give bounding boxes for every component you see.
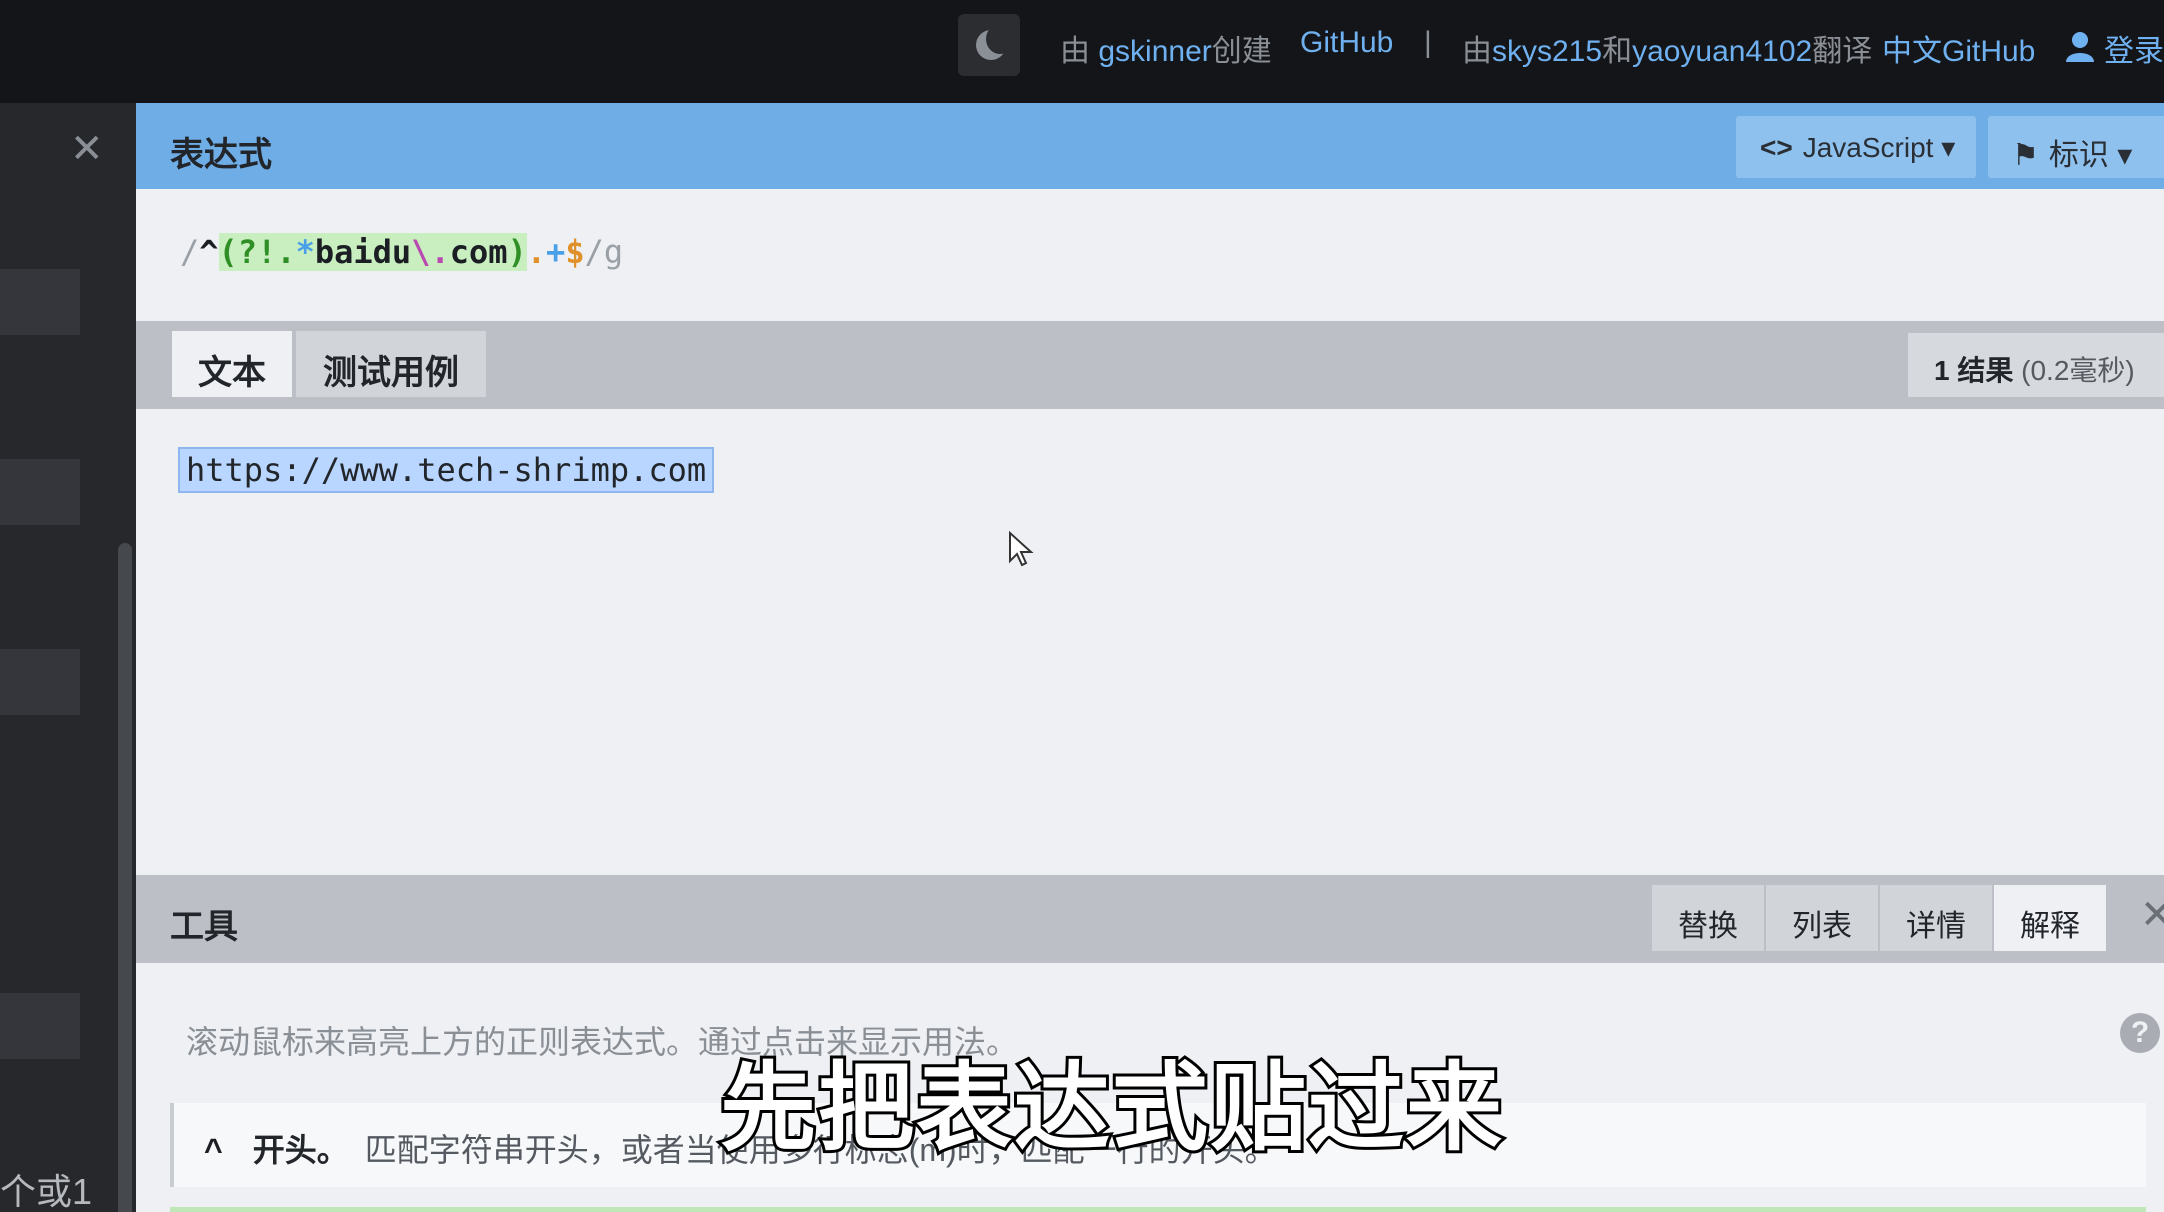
regex-token-lookahead: (?!.*baidu\.com) bbox=[218, 233, 527, 271]
sidebar-item[interactable] bbox=[0, 459, 80, 525]
help-icon[interactable]: ? bbox=[2120, 1013, 2160, 1053]
login-link[interactable]: 登录 bbox=[2104, 26, 2164, 70]
author-link[interactable]: gskinner bbox=[1098, 35, 1211, 68]
explain-token: ^ bbox=[204, 1132, 223, 1168]
sidebar: ✕ 个或1 bbox=[0, 103, 136, 1212]
tool-tab-replace[interactable]: 替换 bbox=[1652, 885, 1764, 951]
tool-tab-details[interactable]: 详情 bbox=[1880, 885, 1992, 951]
video-subtitle: 先把表达式贴过来 bbox=[717, 1052, 1505, 1165]
sidebar-partial-text: 个或1 bbox=[0, 1171, 93, 1212]
sidebar-item[interactable] bbox=[0, 269, 80, 335]
nav-separator: | bbox=[1424, 26, 1432, 59]
sidebar-item[interactable] bbox=[0, 993, 80, 1059]
tool-tab-explain[interactable]: 解释 bbox=[1994, 885, 2106, 951]
sidebar-close-icon[interactable]: ✕ bbox=[70, 129, 104, 169]
regex-token-end: $ bbox=[565, 233, 585, 271]
github-link[interactable]: GitHub bbox=[1300, 26, 1393, 60]
tab-text[interactable]: 文本 bbox=[172, 331, 292, 397]
theme-toggle-button[interactable] bbox=[958, 14, 1020, 76]
translator-credit: 由skys215和yaoyuan4102翻译 bbox=[1462, 35, 1873, 68]
sidebar-scrollbar[interactable] bbox=[118, 543, 132, 1212]
result-summary: 1 结果 (0.2毫秒) bbox=[1908, 333, 2164, 397]
mouse-cursor-icon bbox=[1009, 531, 1034, 567]
test-text-area[interactable]: https://www.tech-shrimp.com bbox=[136, 409, 2164, 875]
regex-input[interactable]: /^(?!.*baidu\.com).+$/g bbox=[180, 233, 623, 271]
code-icon: <> bbox=[1760, 132, 1793, 163]
regex-token-plus: + bbox=[546, 233, 566, 271]
regex-token-dot: . bbox=[526, 233, 547, 271]
translator-link-1[interactable]: skys215 bbox=[1492, 35, 1602, 68]
top-bar: 由 gskinner创建 GitHub | 由skys215和yaoyuan41… bbox=[0, 0, 2164, 103]
translator-link-2[interactable]: yaoyuan4102 bbox=[1632, 35, 1812, 68]
tools-header: 工具 替换 列表 详情 解释 ✕ bbox=[136, 875, 2164, 963]
tools-close-icon[interactable]: ✕ bbox=[2140, 895, 2164, 935]
sidebar-item[interactable] bbox=[0, 649, 80, 715]
author-credit: 由 gskinner创建 bbox=[1060, 35, 1272, 68]
chinese-github-link[interactable]: 中文GitHub bbox=[1882, 26, 2035, 70]
explain-term: 开头。 bbox=[252, 1132, 349, 1168]
regex-flags: g bbox=[603, 233, 624, 271]
result-time: (0.2毫秒) bbox=[2021, 355, 2135, 386]
user-icon[interactable] bbox=[2064, 30, 2096, 62]
expression-title: 表达式 bbox=[170, 136, 272, 174]
tab-tests[interactable]: 测试用例 bbox=[296, 331, 486, 397]
explain-group-divider bbox=[170, 1207, 2146, 1212]
text-tab-bar: 文本 测试用例 1 结果 (0.2毫秒) bbox=[136, 321, 2164, 409]
tools-title: 工具 bbox=[170, 908, 238, 946]
tool-tab-list[interactable]: 列表 bbox=[1766, 885, 1878, 951]
flavor-dropdown[interactable]: <> JavaScript ▾ bbox=[1736, 116, 1976, 178]
flags-dropdown[interactable]: ⚑ 标识 ▾ bbox=[1988, 116, 2164, 178]
matched-text[interactable]: https://www.tech-shrimp.com bbox=[178, 447, 715, 493]
flag-icon: ⚑ bbox=[2012, 139, 2039, 172]
regex-token-anchor: ^ bbox=[199, 233, 219, 271]
expression-header: 表达式 <> JavaScript ▾ ⚑ 标识 ▾ bbox=[136, 103, 2164, 189]
result-count: 1 结果 bbox=[1934, 355, 2014, 386]
